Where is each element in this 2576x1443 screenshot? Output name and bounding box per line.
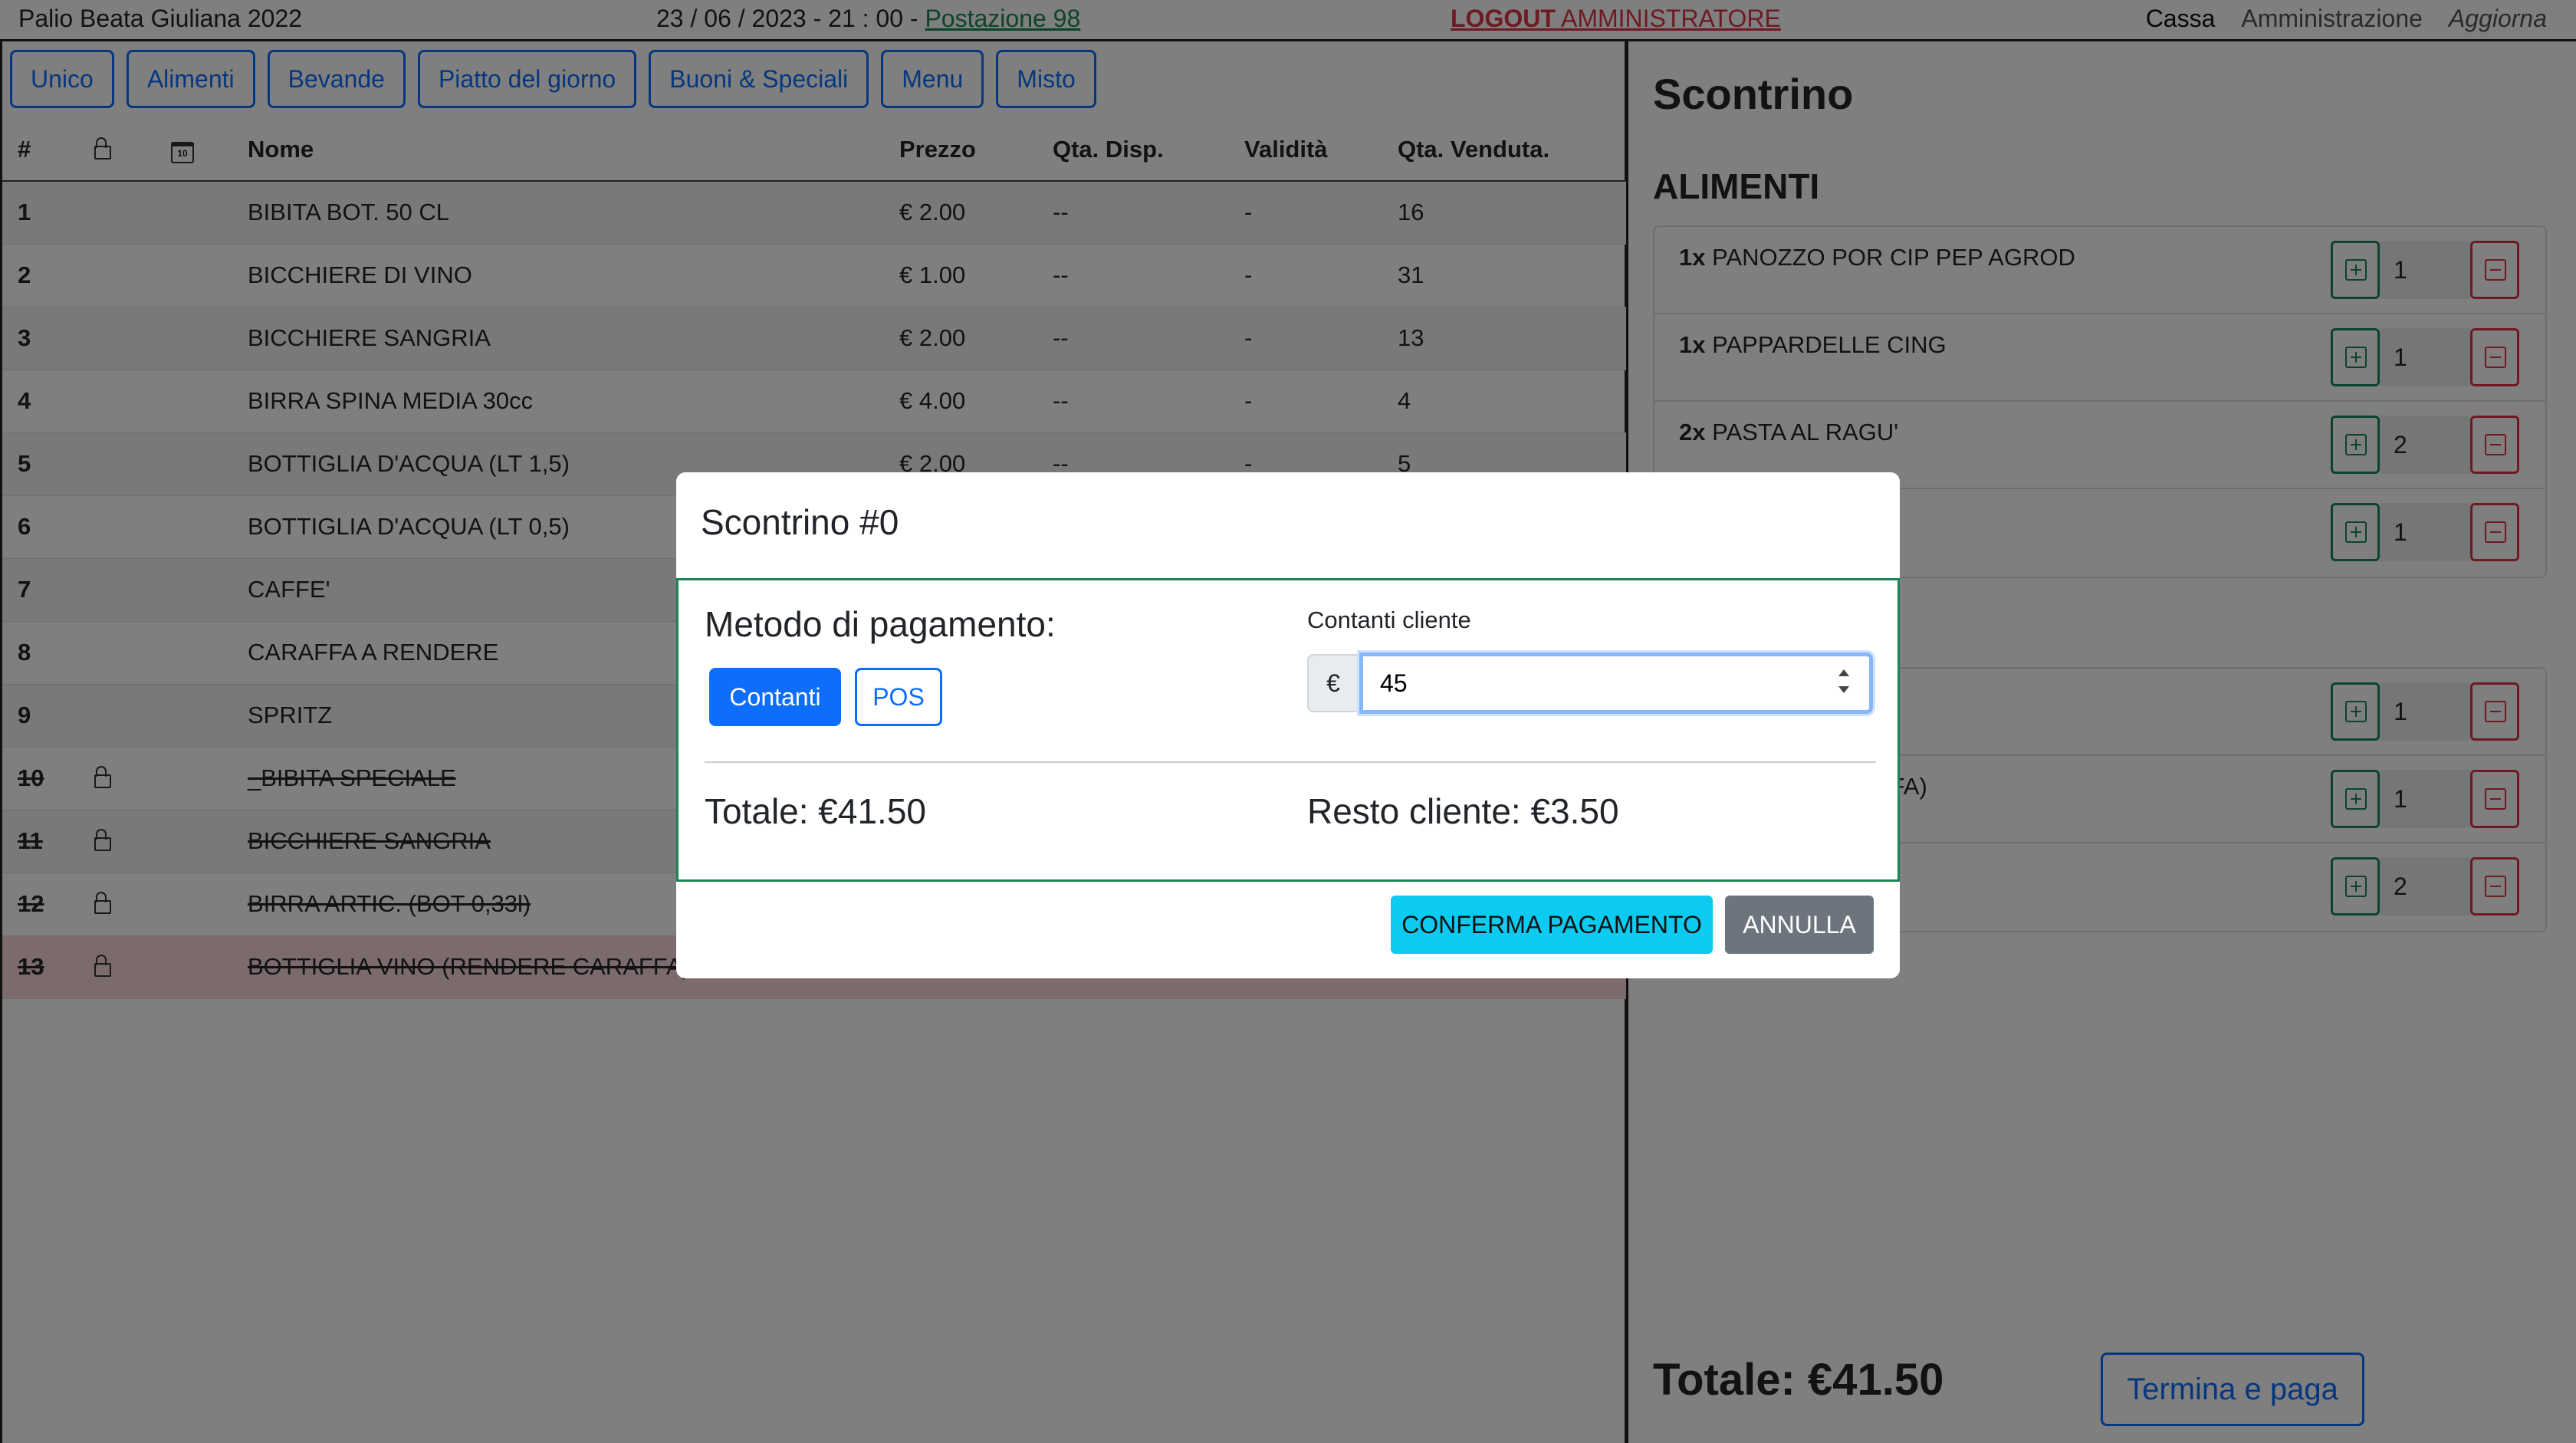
modal-body: Metodo di pagamento: Contanti POS Contan… [676,578,1900,882]
app-root: Palio Beata Giuliana 2022 23 / 06 / 2023… [0,0,2576,1443]
confirm-payment-button[interactable]: CONFERMA PAGAMENTO [1391,896,1713,954]
modal-divider [705,761,1876,763]
payment-method-label: Metodo di pagamento: [705,604,1056,644]
cash-button[interactable]: Contanti [709,668,841,726]
cancel-button[interactable]: ANNULLA [1725,896,1874,954]
cash-amount-label: Contanti cliente [1307,606,1471,633]
modal-total: Totale: €41.50 [705,791,927,831]
euro-addon: € [1307,654,1359,712]
pos-button[interactable]: POS [855,668,942,726]
cash-amount-input[interactable] [1357,650,1875,716]
number-spinner-icon[interactable] [1829,666,1859,700]
payment-modal: Scontrino #0 Metodo di pagamento: Contan… [676,472,1900,978]
modal-title: Scontrino #0 [701,502,899,542]
modal-change: Resto cliente: €3.50 [1307,791,1619,831]
